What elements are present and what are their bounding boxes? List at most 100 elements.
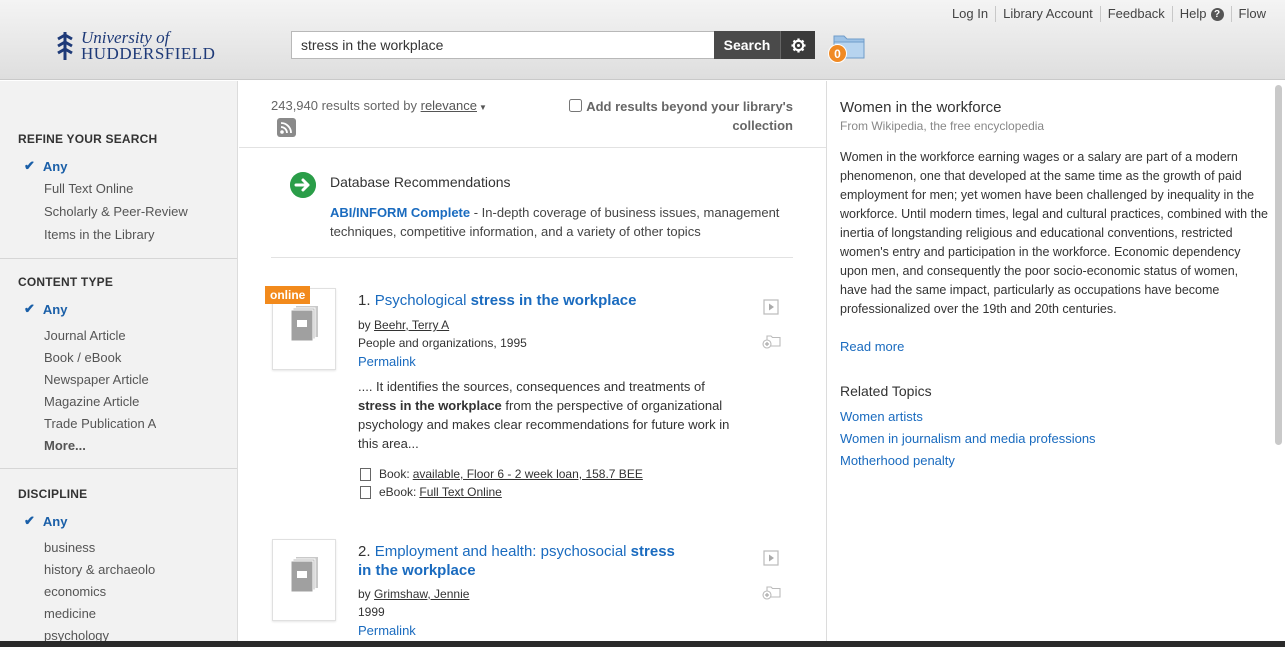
result-title-link[interactable]: Psychological stress in the workplace [375, 292, 637, 309]
beyond-collection-label: Add results beyond your library's collec… [586, 99, 793, 133]
topic-body: Women in the workforce earning wages or … [840, 150, 1268, 316]
refine-in-library[interactable]: Items in the Library [44, 227, 204, 242]
logo-line2: HUDDERSFIELD [81, 44, 216, 63]
logo-text: University of HUDDERSFIELD [81, 29, 216, 63]
top-nav: Log In Library Account Feedback Help ? F… [945, 6, 1273, 22]
beyond-collection-checkbox[interactable] [569, 99, 583, 112]
related-topic-link[interactable]: Women in journalism and media profession… [840, 431, 1096, 446]
availability-ebook-label: eBook: [379, 485, 417, 499]
result-permalink[interactable]: Permalink [358, 623, 416, 638]
facet-divider [0, 258, 237, 259]
online-tag: online [265, 286, 311, 304]
login-link[interactable]: Log In [945, 6, 995, 22]
divider [239, 147, 826, 148]
result-thumbnail[interactable] [272, 539, 336, 621]
library-account-link[interactable]: Library Account [995, 6, 1100, 22]
result-author[interactable]: Grimshaw, Jennie [374, 587, 469, 601]
availability-ebook-link[interactable]: Full Text Online [419, 485, 501, 499]
vertical-scrollbar[interactable] [1275, 85, 1282, 445]
result-title: 2. Employment and health: psychosocial s… [358, 542, 688, 580]
refine-any[interactable]: ✔ Any [24, 158, 67, 174]
result-title-link[interactable]: Employment and health: psychosocial stre… [358, 543, 675, 579]
result-title-plain: Psychological [374, 292, 467, 309]
availability-book: Book: available, Floor 6 - 2 week loan, … [360, 467, 643, 481]
help-link[interactable]: Help ? [1171, 6, 1231, 22]
help-label: Help [1179, 6, 1207, 21]
read-more-link[interactable]: Read more [840, 339, 904, 354]
preview-icon[interactable] [763, 299, 779, 315]
result-snippet: .... It identifies the sources, conseque… [358, 377, 743, 453]
logo-crest-icon [57, 32, 73, 60]
content-type-any[interactable]: ✔ Any [24, 301, 67, 317]
facet-divider [0, 468, 237, 469]
refine-full-text[interactable]: Full Text Online [44, 181, 156, 196]
content-type-newspaper[interactable]: Newspaper Article [44, 372, 156, 387]
content-type-trade[interactable]: Trade Publication A [44, 416, 156, 431]
discipline-any[interactable]: ✔ Any [24, 513, 67, 529]
topic-source: From Wikipedia, the free encyclopedia [840, 119, 1045, 133]
folder-count-badge[interactable]: 0 [828, 44, 847, 63]
checkmark-icon: ✔ [24, 301, 35, 316]
content-type-more[interactable]: More... [44, 438, 86, 453]
add-to-folder-icon[interactable] [762, 584, 781, 600]
result-byline: by Beehr, Terry A [358, 318, 449, 332]
facet-sidebar: REFINE YOUR SEARCH ✔ Any Full Text Onlin… [0, 81, 238, 647]
university-logo[interactable]: University of HUDDERSFIELD [55, 28, 215, 64]
result-byline: by Grimshaw, Jennie [358, 587, 469, 601]
related-topics-title: Related Topics [840, 383, 932, 399]
content-type-any-label: Any [42, 301, 68, 317]
book-icon [291, 557, 318, 593]
related-topic-link[interactable]: Women artists [840, 409, 923, 424]
rss-icon[interactable] [277, 118, 296, 137]
content-type-title: CONTENT TYPE [18, 275, 114, 289]
result-number: 1. [358, 292, 371, 309]
result-title-plain: Employment and health: psychosocial [374, 543, 627, 560]
sort-dropdown[interactable]: relevance [421, 98, 477, 113]
snippet-pre: .... It identifies the sources, conseque… [358, 379, 705, 394]
divider [271, 257, 793, 258]
discipline-any-label: Any [42, 513, 68, 529]
discipline-business[interactable]: business [44, 540, 156, 555]
db-rec-title: Database Recommendations [330, 174, 511, 190]
add-to-folder-icon[interactable] [762, 333, 781, 349]
flow-link[interactable]: Flow [1230, 6, 1273, 22]
discipline-medicine[interactable]: medicine [44, 606, 156, 621]
discipline-history[interactable]: history & archaeolo [44, 562, 156, 577]
help-icon: ? [1210, 7, 1224, 21]
arrow-right-icon [290, 172, 316, 198]
result-permalink[interactable]: Permalink [358, 354, 416, 369]
chevron-down-icon[interactable]: ▼ [479, 103, 487, 112]
result-count: 243,940 results sorted by relevance ▼ [271, 98, 487, 113]
result-author[interactable]: Beehr, Terry A [374, 318, 449, 332]
discipline-title: DISCIPLINE [18, 487, 88, 501]
discipline-economics[interactable]: economics [44, 584, 156, 599]
availability-book-link[interactable]: available, Floor 6 - 2 week loan, 158.7 … [413, 467, 643, 481]
result-title-bold: stress in the workplace [470, 292, 637, 309]
related-topic-link[interactable]: Motherhood penalty [840, 453, 955, 468]
refine-scholarly[interactable]: Scholarly & Peer-Review [44, 204, 204, 219]
result-publication: 1999 [358, 605, 385, 619]
preview-icon[interactable] [763, 550, 779, 566]
search-settings-button[interactable] [780, 31, 815, 59]
result-by-label: by [358, 587, 371, 601]
result-publication: People and organizations, 1995 [358, 336, 527, 350]
book-icon [360, 467, 371, 481]
availability-book-label: Book: [379, 467, 410, 481]
snippet-highlight: stress in the workplace [358, 398, 502, 413]
result-number: 2. [358, 543, 371, 560]
content-type-journal[interactable]: Journal Article [44, 328, 156, 343]
topic-panel: Women in the workforce From Wikipedia, t… [826, 81, 1285, 647]
beyond-collection-toggle[interactable]: Add results beyond your library's collec… [553, 97, 793, 135]
checkmark-icon: ✔ [24, 513, 35, 528]
search-button[interactable]: Search [714, 31, 780, 59]
feedback-link[interactable]: Feedback [1099, 6, 1172, 22]
db-rec-link[interactable]: ABI/INFORM Complete [330, 205, 470, 220]
content-type-magazine[interactable]: Magazine Article [44, 394, 156, 409]
search-input[interactable] [291, 31, 715, 59]
refine-title: REFINE YOUR SEARCH [18, 132, 158, 146]
content-type-book[interactable]: Book / eBook [44, 350, 156, 365]
result-count-text: 243,940 results sorted by [271, 98, 417, 113]
results-pane: 243,940 results sorted by relevance ▼ Add… [239, 81, 826, 647]
ebook-icon [360, 485, 371, 499]
result-title: 1. Psychological stress in the workplace [358, 291, 688, 310]
